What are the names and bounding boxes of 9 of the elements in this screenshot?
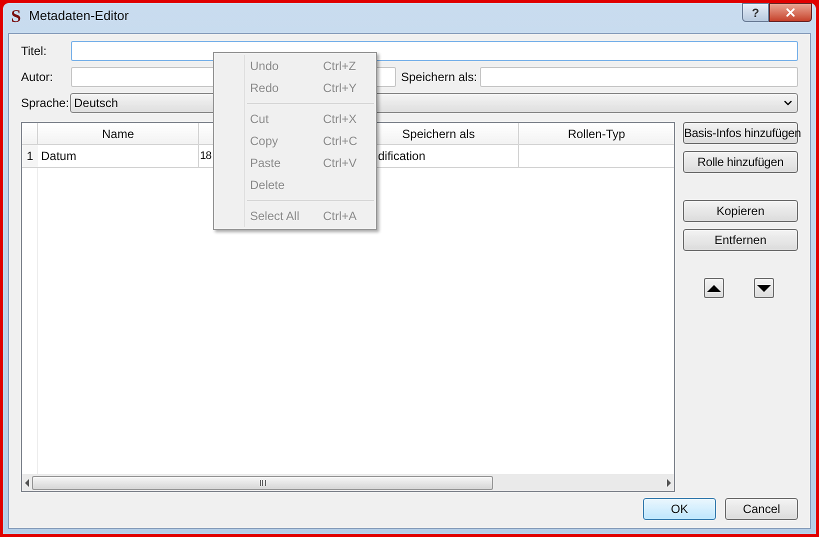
row-number: 1 bbox=[22, 145, 38, 167]
field-label: Titel: bbox=[21, 43, 48, 60]
table-cell: Datum bbox=[38, 145, 199, 167]
field-label: Sprache: bbox=[21, 95, 70, 112]
field-label: Autor: bbox=[21, 69, 54, 86]
window-title: Metadaten-Editor bbox=[29, 7, 129, 25]
field-label: Speichern als: bbox=[401, 69, 478, 86]
table-cell-text: 18 bbox=[200, 148, 212, 164]
app-logo: S bbox=[11, 7, 22, 25]
